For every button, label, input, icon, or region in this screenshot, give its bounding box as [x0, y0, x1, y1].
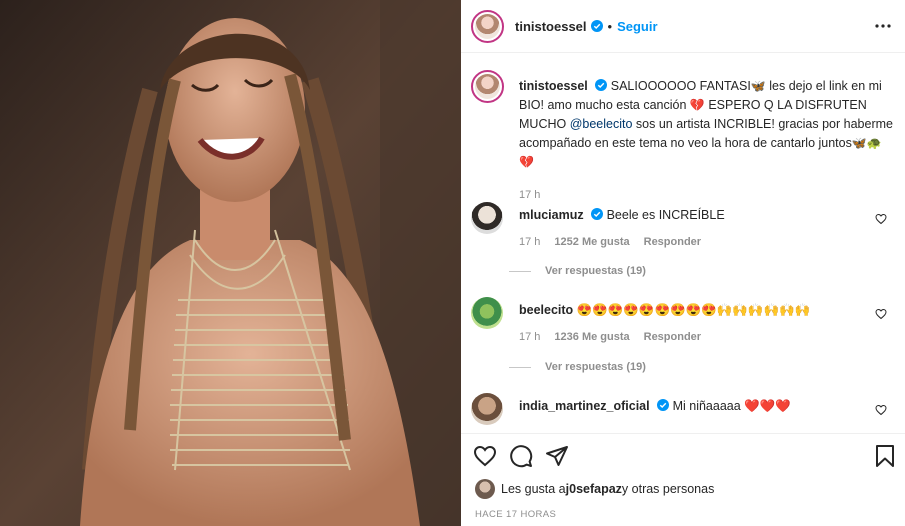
caption-username[interactable]: tinistoessel: [519, 79, 588, 93]
post-timestamp: HACE 17 HORAS: [475, 509, 557, 520]
heart-icon[interactable]: [875, 308, 887, 320]
comment-likes[interactable]: 1252 Me gusta: [554, 236, 629, 248]
post-image[interactable]: [0, 0, 461, 526]
header-username[interactable]: tinistoessel: [515, 19, 587, 34]
caption-last-emoji: 💔: [519, 155, 534, 169]
comment-body: beelecito 😍😍😍😍😍😍😍😍😍🙌🙌🙌🙌🙌🙌 17 h 1236 Me g…: [519, 301, 879, 343]
bookmark-icon[interactable]: [873, 444, 897, 468]
comment-time: 17 h: [519, 236, 541, 248]
post-photo: [0, 0, 461, 526]
comment-icon[interactable]: [509, 444, 533, 468]
comment-meta: 17 h 1236 Me gusta Responder: [519, 331, 879, 343]
share-icon[interactable]: [545, 444, 569, 468]
caption-time: 17 h: [519, 189, 541, 201]
caption-mention[interactable]: @beelecito: [570, 117, 633, 131]
comment-content: Mi niñaaaaa ❤️❤️❤️: [672, 399, 791, 413]
comment-content: 😍😍😍😍😍😍😍😍😍🙌🙌🙌🙌🙌🙌: [576, 303, 811, 317]
caption-part1: SALIOOOOOO FANTASI: [610, 79, 751, 93]
broken-heart-emoji: 💔: [689, 98, 705, 112]
caption-text: tinistoessel SALIOOOOOO FANTASI🦋 les dej…: [519, 77, 899, 205]
post-side-panel: tinistoessel • Seguir tinistoessel SALIO…: [461, 0, 905, 526]
caption-end-emoji: 🦋🐢: [851, 136, 882, 150]
follow-button[interactable]: Seguir: [617, 19, 657, 34]
comment-username[interactable]: india_martinez_oficial: [519, 399, 650, 413]
verified-icon: [591, 208, 604, 220]
view-replies-label: Ver respuestas (19): [545, 361, 646, 373]
heart-icon[interactable]: [875, 213, 887, 225]
post-header: tinistoessel • Seguir: [461, 0, 905, 53]
comment-text: mluciamuz Beele es INCREÍBLE: [519, 206, 879, 224]
reply-button[interactable]: Responder: [644, 236, 701, 248]
avatar[interactable]: [471, 297, 503, 329]
view-replies-button[interactable]: Ver respuestas (19): [509, 265, 646, 277]
view-replies-label: Ver respuestas (19): [545, 265, 646, 277]
butterfly-emoji: 🦋: [750, 79, 766, 93]
avatar[interactable]: [471, 9, 504, 43]
post-actions: Les gusta a j0sefapaz y otras personas H…: [461, 433, 905, 526]
heart-icon[interactable]: [473, 444, 497, 468]
comment-username[interactable]: mluciamuz: [519, 208, 584, 222]
comment-time: 17 h: [519, 331, 541, 343]
separator-dot: •: [607, 18, 613, 34]
comment-body: india_martinez_oficial Mi niñaaaaa ❤️❤️❤…: [519, 397, 879, 415]
verified-icon: [657, 399, 670, 411]
comment-content: Beele es INCREÍBLE: [606, 208, 725, 222]
avatar[interactable]: [471, 202, 503, 234]
avatar[interactable]: [471, 393, 503, 425]
likes-prefix: Les gusta a: [501, 482, 566, 496]
comment-likes[interactable]: 1236 Me gusta: [554, 331, 629, 343]
verified-icon: [595, 79, 608, 91]
avatar: [475, 479, 495, 499]
comment-meta: 17 h 1252 Me gusta Responder: [519, 236, 879, 248]
view-replies-button[interactable]: Ver respuestas (19): [509, 361, 646, 373]
reply-button[interactable]: Responder: [644, 331, 701, 343]
likes-suffix: y otras personas: [621, 482, 715, 496]
heart-icon[interactable]: [875, 404, 887, 416]
comment-text: beelecito 😍😍😍😍😍😍😍😍😍🙌🙌🙌🙌🙌🙌: [519, 301, 879, 319]
replies-line: [509, 270, 531, 272]
avatar[interactable]: [471, 70, 504, 103]
replies-line: [509, 366, 531, 368]
likes-summary[interactable]: Les gusta a j0sefapaz y otras personas: [475, 479, 714, 499]
comment-username[interactable]: beelecito: [519, 303, 573, 317]
likes-user[interactable]: j0sefapaz: [566, 482, 622, 496]
comment-text: india_martinez_oficial Mi niñaaaaa ❤️❤️❤…: [519, 397, 879, 415]
verified-icon: [590, 20, 603, 32]
comment-body: mluciamuz Beele es INCREÍBLE 17 h 1252 M…: [519, 206, 879, 248]
more-icon[interactable]: [875, 18, 891, 34]
